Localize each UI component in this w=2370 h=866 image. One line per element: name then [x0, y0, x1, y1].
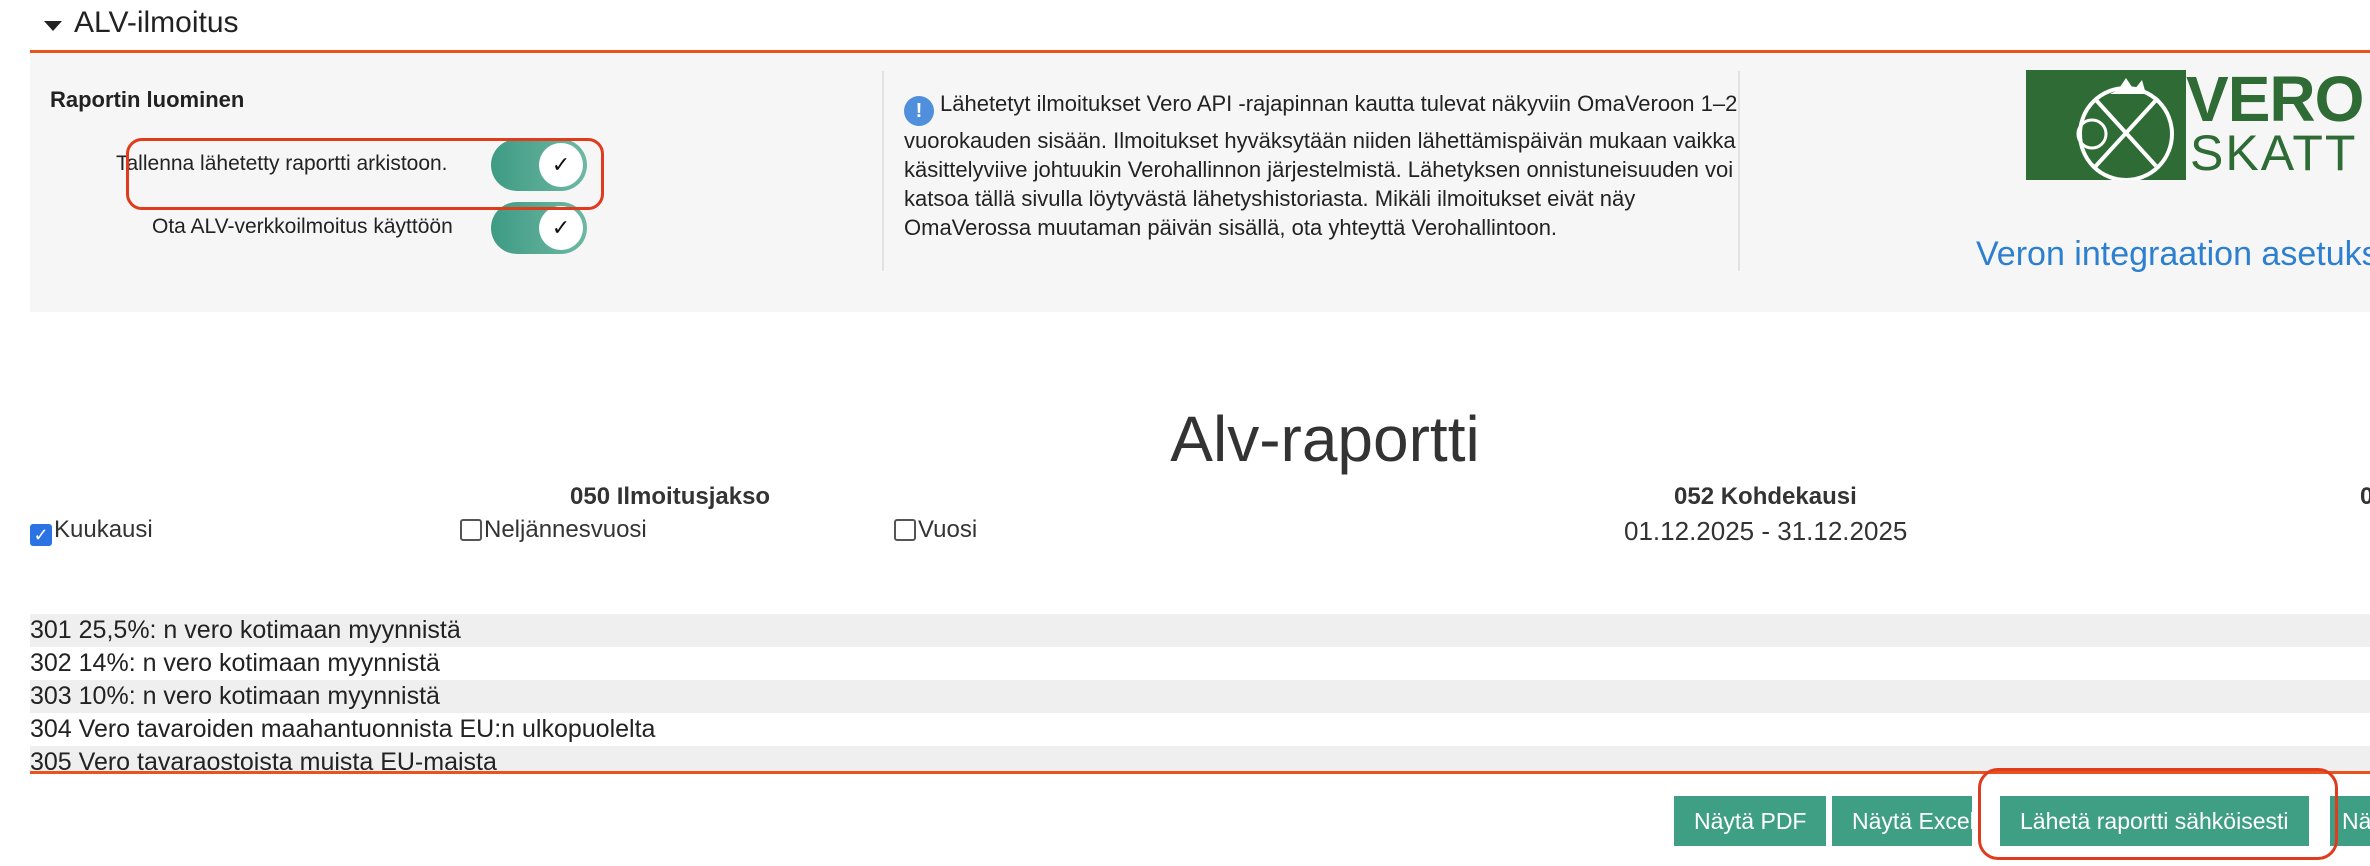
vero-emblem-icon	[2026, 70, 2186, 182]
panel-divider	[882, 71, 884, 271]
highlight-vat-toggle	[126, 138, 604, 210]
info-message: ! Lähetetyt ilmoitukset Vero API -rajapin…	[904, 89, 1764, 242]
column-head-target: 052 Kohdekausi	[1674, 483, 1857, 510]
table-row: 303 10%: n vero kotimaan myynnistä	[30, 680, 2370, 713]
period-label-quarter: Neljännesvuosi	[484, 516, 647, 543]
panel-divider	[1738, 71, 1740, 271]
check-icon: ✓	[539, 206, 583, 250]
column-head-period: 050 Ilmoitusjakso	[570, 483, 771, 510]
target-period-range: 01.12.2025 - 31.12.2025	[1624, 516, 1908, 546]
vero-integration-settings-link[interactable]: Veron integraation asetukset	[1976, 235, 2370, 274]
table-row: 304 Vero tavaroiden maahantuonnista EU:n…	[30, 715, 656, 743]
toggle-label-vat-online: Ota ALV-verkkoilmoitus käyttöön	[152, 215, 453, 238]
checkbox-year[interactable]	[894, 519, 916, 541]
checkbox-month[interactable]: ✓	[30, 524, 52, 546]
section-title: ALV-ilmoitus	[74, 6, 239, 39]
section-header[interactable]: ALV-ilmoitus	[30, 0, 2370, 53]
vero-logo: VERO SKATT	[2026, 67, 2364, 182]
show-pdf-button[interactable]: Näytä PDF	[1674, 796, 1827, 846]
logo-text-vero: VERO	[2186, 63, 2364, 135]
highlight-send-button	[1978, 768, 2338, 860]
period-label-year: Vuosi	[918, 516, 978, 543]
caret-down-icon[interactable]	[44, 21, 62, 31]
period-label-month: Kuukausi	[54, 516, 153, 543]
checkbox-quarter[interactable]	[460, 519, 482, 541]
table-row: 301 25,5%: n vero kotimaan myynnistä	[30, 614, 2370, 647]
logo-text-skatt: SKATT	[2190, 125, 2358, 181]
column-head-extra: 0	[2360, 483, 2370, 510]
info-icon: !	[904, 96, 934, 126]
period-option-quarter[interactable]: Neljännesvuosi	[460, 516, 647, 544]
table-row: 302 14%: n vero kotimaan myynnistä	[30, 649, 440, 677]
report-title: Alv-raportti	[1170, 403, 1480, 475]
panel-title: Raportin luominen	[50, 87, 245, 112]
period-option-month[interactable]: ✓ Kuukausi	[30, 516, 153, 546]
show-excel-button[interactable]: Näytä Excel	[1832, 796, 1972, 846]
info-text: Lähetetyt ilmoitukset Vero API -rajapinn…	[904, 91, 1738, 240]
report-rows: 301 25,5%: n vero kotimaan myynnistä 302…	[30, 614, 2370, 779]
period-option-year[interactable]: Vuosi	[894, 516, 977, 544]
